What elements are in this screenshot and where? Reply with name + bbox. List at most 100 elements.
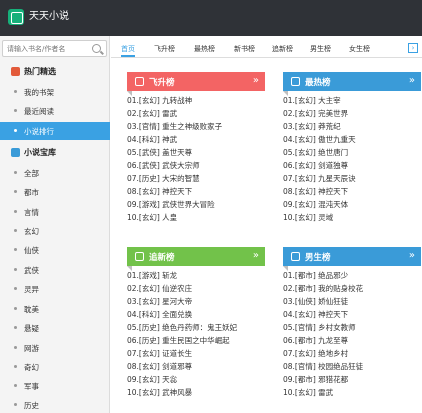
list-item[interactable]: 09.[游戏] 武侠世界大冒险 — [127, 198, 265, 211]
section-library: 小说宝库 — [0, 144, 110, 162]
bullet-icon — [14, 129, 17, 132]
list-item[interactable]: 07.[历史] 大宋的智慧 — [127, 172, 265, 185]
panel-nansheng-header: 男生榜 » — [283, 247, 421, 271]
tab-bar: 首页 飞升榜 最热榜 新书榜 追新榜 男生榜 女生榜 › — [111, 40, 422, 58]
more-arrow-icon[interactable]: » — [253, 75, 259, 87]
bookmark-icon — [135, 252, 144, 261]
book-logo-icon — [8, 9, 24, 25]
list-item[interactable]: 07.[玄幻] 九星天辰诀 — [283, 172, 421, 185]
list-item[interactable]: 07.[玄幻] 证道长生 — [127, 347, 265, 360]
bullet-icon — [14, 248, 17, 251]
list-item[interactable]: 09.[玄幻] 混沌天体 — [283, 198, 421, 211]
sidebar-item-recent[interactable]: 最近阅读 — [0, 102, 110, 120]
sidebar-item-danmei[interactable]: 耽美 — [0, 300, 110, 318]
list-item[interactable]: 04.[玄幻] 傲世九重天 — [283, 133, 421, 146]
panel-feisheng-header: 飞升榜 » — [127, 72, 265, 96]
tab-home[interactable]: 首页 — [121, 43, 135, 57]
list-item[interactable]: 04.[科幻] 神武 — [127, 133, 265, 146]
list-item[interactable]: 08.[官情] 校园绝品狂徒 — [283, 360, 421, 373]
list-item[interactable]: 08.[玄幻] 神控天下 — [283, 185, 421, 198]
more-arrow-icon[interactable]: » — [253, 250, 259, 262]
bullet-icon — [14, 365, 17, 368]
list-item[interactable]: 02.[玄幻] 完美世界 — [283, 107, 421, 120]
sidebar-item-military[interactable]: 军事 — [0, 377, 110, 395]
list-item[interactable]: 09.[玄幻] 天惢 — [127, 373, 265, 386]
list-item[interactable]: 02.[玄幻] 仙逆农庄 — [127, 282, 265, 295]
sidebar-item-fantasy[interactable]: 玄幻 — [0, 222, 110, 240]
bullet-icon — [14, 307, 17, 310]
sidebar-item-supernatural[interactable]: 灵异 — [0, 280, 110, 298]
tab-xinshu[interactable]: 新书榜 — [234, 43, 255, 57]
tab-male[interactable]: 男生榜 — [310, 43, 331, 57]
list-item[interactable]: 08.[玄幻] 神控天下 — [127, 185, 265, 198]
search-icon[interactable] — [92, 44, 101, 53]
more-arrow-icon[interactable]: » — [409, 75, 415, 87]
sidebar-item-online-game[interactable]: 网游 — [0, 339, 110, 357]
title-bar: 天天小说 — [0, 0, 422, 36]
list-item[interactable]: 07.[玄幻] 绝地乡村 — [283, 347, 421, 360]
list-item[interactable]: 08.[玄幻] 剑道邪尊 — [127, 360, 265, 373]
panel-nansheng: 男生榜 » 01.[都市] 绝品邪少 02.[都市] 我的贴身校花 03.[仙侠… — [283, 247, 421, 412]
list-item[interactable]: 05.[历史] 绝色丹药师：鬼王妖妃 — [127, 321, 265, 334]
library-icon — [11, 148, 20, 157]
list-item[interactable]: 01.[玄幻] 大主宰 — [283, 94, 421, 107]
sidebar-item-magic[interactable]: 奇幻 — [0, 358, 110, 376]
list-item[interactable]: 01.[都市] 绝品邪少 — [283, 269, 421, 282]
sidebar-item-bookshelf[interactable]: 我的书架 — [0, 83, 110, 101]
sidebar-item-mystery[interactable]: 悬疑 — [0, 319, 110, 337]
list-item[interactable]: 02.[玄幻] 雷武 — [127, 107, 265, 120]
bullet-icon — [14, 384, 17, 387]
bullet-icon — [14, 210, 17, 213]
tab-zuire[interactable]: 最热榜 — [194, 43, 215, 57]
rocket-icon — [135, 77, 144, 86]
list-item[interactable]: 09.[都市] 邪猎花都 — [283, 373, 421, 386]
sidebar-item-wuxia[interactable]: 武侠 — [0, 261, 110, 279]
search-box[interactable] — [2, 40, 107, 57]
list-item[interactable]: 01.[玄幻] 九转战神 — [127, 94, 265, 107]
bullet-icon — [14, 287, 17, 290]
list-item[interactable]: 05.[武侠] 盖世天尊 — [127, 146, 265, 159]
bullet-icon — [14, 109, 17, 112]
panel-feisheng: 飞升榜 » 01.[玄幻] 九转战神 02.[玄幻] 雷武 03.[官情] 重生… — [127, 72, 265, 237]
tab-female[interactable]: 女生榜 — [349, 43, 370, 57]
list-item[interactable]: 06.[都市] 九龙至尊 — [283, 334, 421, 347]
list-item[interactable]: 03.[玄幻] 莽荒纪 — [283, 120, 421, 133]
flame-icon — [291, 77, 300, 86]
list-item[interactable]: 05.[官情] 乡村女教师 — [283, 321, 421, 334]
list-item[interactable]: 10.[玄幻] 武神风暴 — [127, 386, 265, 399]
list-item[interactable]: 03.[仙侠] 娇仙狂徒 — [283, 295, 421, 308]
list-item[interactable]: 10.[玄幻] 雷武 — [283, 386, 421, 399]
sidebar-item-romance[interactable]: 言情 — [0, 203, 110, 221]
list-item[interactable]: 04.[科幻] 全面兑换 — [127, 308, 265, 321]
app-title: 天天小说 — [29, 11, 69, 22]
list-item[interactable]: 01.[游戏] 斩龙 — [127, 269, 265, 282]
list-item[interactable]: 06.[历史] 重生民国之中华崛起 — [127, 334, 265, 347]
tab-feisheng[interactable]: 飞升榜 — [154, 43, 175, 57]
sidebar-item-urban[interactable]: 都市 — [0, 183, 110, 201]
sidebar-item-ranking[interactable]: 小说排行 — [0, 122, 110, 140]
list-item[interactable]: 02.[都市] 我的贴身校花 — [283, 282, 421, 295]
list-item[interactable]: 03.[玄幻] 星河大帝 — [127, 295, 265, 308]
search-input[interactable] — [7, 43, 91, 55]
user-icon — [291, 252, 300, 261]
tab-scroll-right-icon[interactable]: › — [408, 43, 418, 53]
tab-zhuixin[interactable]: 追新榜 — [272, 43, 293, 57]
panel-zuire-header: 最热榜 » — [283, 72, 421, 96]
list-item[interactable]: 10.[玄幻] 人皇 — [127, 211, 265, 224]
more-arrow-icon[interactable]: » — [409, 250, 415, 262]
list-item[interactable]: 03.[官情] 重生之神级败家子 — [127, 120, 265, 133]
list-item[interactable]: 10.[玄幻] 灵域 — [283, 211, 421, 224]
panel-zhuixin: 追新榜 » 01.[游戏] 斩龙 02.[玄幻] 仙逆农庄 03.[玄幻] 星河… — [127, 247, 265, 412]
panel-zuire: 最热榜 » 01.[玄幻] 大主宰 02.[玄幻] 完美世界 03.[玄幻] 莽… — [283, 72, 421, 237]
list-item[interactable]: 06.[武侠] 武侠大宗师 — [127, 159, 265, 172]
list-item[interactable]: 06.[玄幻] 剑道独尊 — [283, 159, 421, 172]
sidebar-item-xianxia[interactable]: 仙侠 — [0, 241, 110, 259]
sidebar-item-all[interactable]: 全部 — [0, 164, 110, 182]
bullet-icon — [14, 190, 17, 193]
fire-icon — [11, 67, 20, 76]
list-item[interactable]: 04.[玄幻] 神控天下 — [283, 308, 421, 321]
list-item[interactable]: 05.[玄幻] 绝世唐门 — [283, 146, 421, 159]
bullet-icon — [14, 229, 17, 232]
sidebar-item-history[interactable]: 历史 — [0, 396, 110, 413]
bullet-icon — [14, 90, 17, 93]
